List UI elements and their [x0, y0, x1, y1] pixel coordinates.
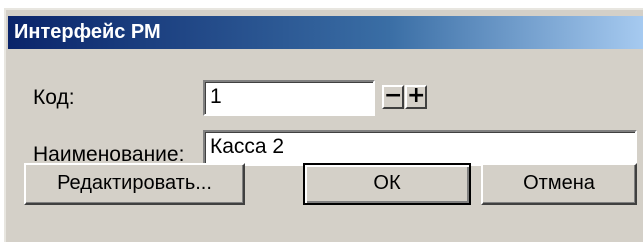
- title-bar[interactable]: Интерфейс РМ: [8, 16, 643, 49]
- ok-button[interactable]: ОК: [303, 163, 471, 205]
- code-field[interactable]: 1: [203, 80, 375, 116]
- increment-button[interactable]: +: [405, 85, 427, 109]
- code-stepper: − +: [382, 85, 430, 111]
- cancel-button[interactable]: Отмена: [481, 163, 637, 205]
- name-field[interactable]: Касса 2: [203, 130, 637, 166]
- window-title: Интерфейс РМ: [14, 21, 161, 43]
- edit-button[interactable]: Редактировать...: [24, 163, 245, 205]
- code-label: Код:: [33, 86, 75, 109]
- code-value: 1: [210, 85, 222, 108]
- decrement-button[interactable]: −: [382, 85, 404, 109]
- name-value: Касса 2: [210, 135, 285, 158]
